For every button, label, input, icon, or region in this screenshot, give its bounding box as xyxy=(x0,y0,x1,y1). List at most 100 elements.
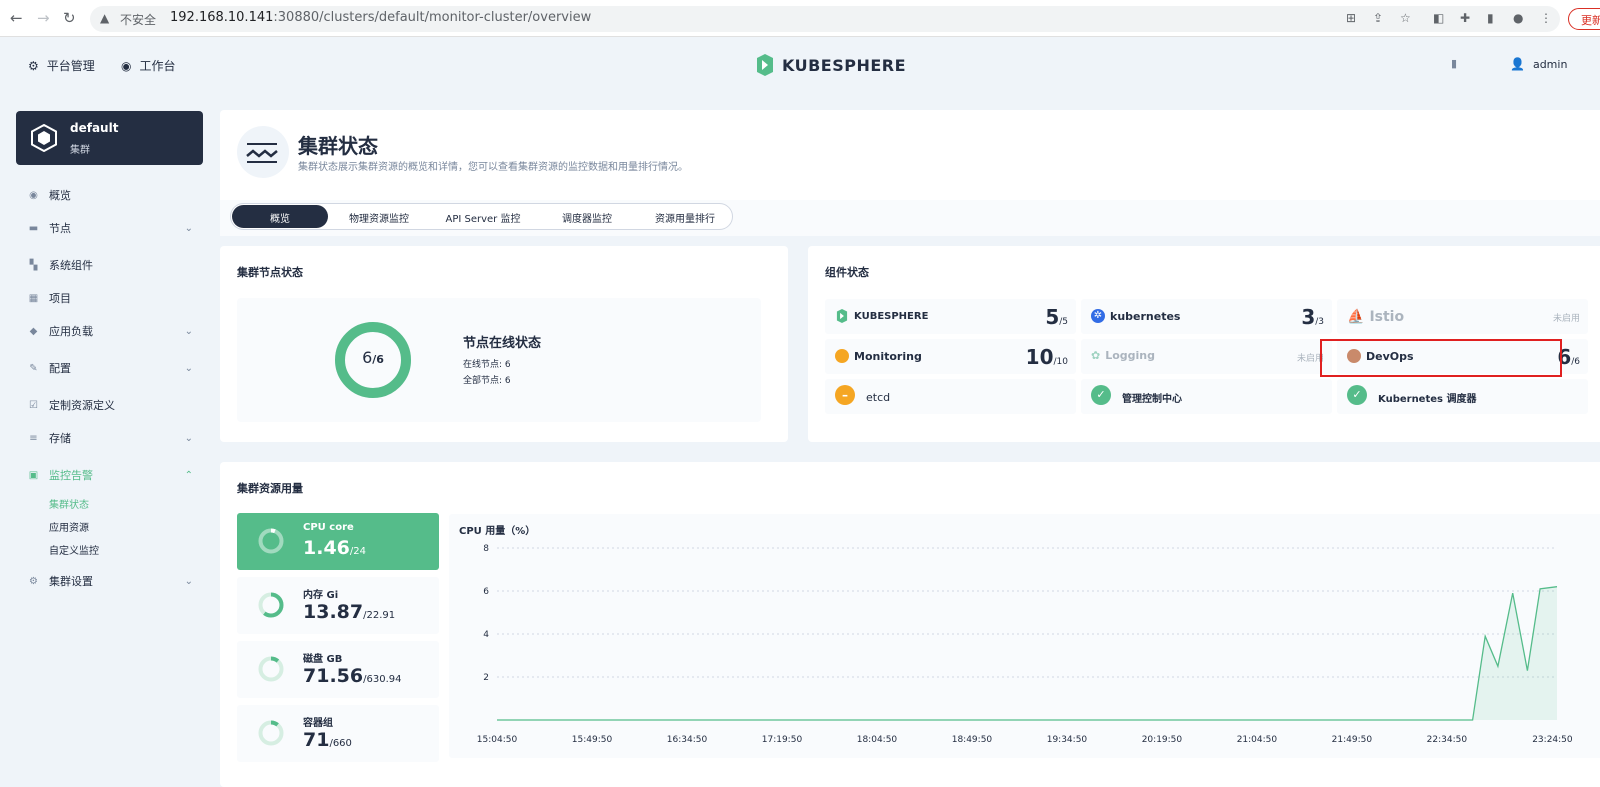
tab-resource-ranking[interactable]: 资源用量排行 xyxy=(637,205,733,228)
nodes-icon: ▬ xyxy=(28,222,39,234)
component-etcd[interactable]: – etcd xyxy=(825,379,1076,414)
y-tick-label: 2 xyxy=(483,673,489,683)
tab-scheduler[interactable]: 调度器监控 xyxy=(539,205,635,228)
logging-icon: ✿ xyxy=(1091,349,1101,362)
settings-icon: ⚙ xyxy=(29,575,38,587)
component-logging[interactable]: ✿ Logging 未启用 xyxy=(1081,339,1332,374)
x-tick-label: 23:24:50 xyxy=(1532,735,1573,745)
kubesphere-icon xyxy=(836,309,848,323)
component-kubesphere[interactable]: KUBESPHERE 5/5 xyxy=(825,299,1076,334)
chevron-down-icon: ⌄ xyxy=(184,222,193,234)
sidebar-item-storage[interactable]: ≡ 存储 ⌄ xyxy=(28,430,193,446)
tab-physical-resources[interactable]: 物理资源监控 xyxy=(331,205,427,228)
cpu-ring-icon xyxy=(258,528,284,554)
page-header: 集群状态 集群状态展示集群资源的概览和详情，您可以查看集群资源的监控数据和用量排… xyxy=(220,110,1600,200)
y-tick-label: 6 xyxy=(483,587,489,597)
component-istio[interactable]: ⛵ Istio 未启用 xyxy=(1337,299,1588,334)
x-tick-label: 19:34:50 xyxy=(1047,735,1088,745)
profile-icon[interactable]: ● xyxy=(1513,11,1523,25)
sidebar-item-components[interactable]: ▚ 系统组件 xyxy=(28,257,193,273)
check-circle-icon: ✓ xyxy=(1347,385,1367,405)
x-tick-label: 20:19:50 xyxy=(1142,735,1183,745)
component-kubernetes[interactable]: ✲ kubernetes 3/3 xyxy=(1081,299,1332,334)
share-icon[interactable]: ⇪ xyxy=(1373,11,1383,25)
node-total-count: 全部节点: 6 xyxy=(463,376,511,386)
cpu-usage-chart: CPU 用量（%） 8 6 4 2 15:04:50 15:49:50 16:34:50 17… xyxy=(449,514,1600,758)
page-title: 集群状态 xyxy=(298,134,378,158)
forward-icon[interactable]: → xyxy=(37,9,50,27)
cluster-selector[interactable]: default 集群 xyxy=(16,111,203,165)
component-monitoring[interactable]: Monitoring 10/10 xyxy=(825,339,1076,374)
back-icon[interactable]: ← xyxy=(10,9,23,27)
sidebar-item-config[interactable]: ✎ 配置 ⌄ xyxy=(28,360,193,376)
sidebar-item-workloads[interactable]: ◆ 应用负载 ⌄ xyxy=(28,323,193,339)
top-navigation: ⚙ 平台管理 ◉ 工作台 KUBESPHERE ▮ 👤 admin xyxy=(0,37,1600,91)
chevron-down-icon: ⌄ xyxy=(184,325,193,337)
sidepanel-icon[interactable]: ▮ xyxy=(1487,11,1494,25)
node-status-text: 节点在线状态 在线节点: 6 全部节点: 6 xyxy=(463,332,541,389)
project-icon: ▦ xyxy=(28,292,39,304)
stat-memory[interactable]: 内存 Gi 13.87/22.91 xyxy=(237,577,439,634)
workbench-icon: ◉ xyxy=(121,58,132,73)
tab-api-server[interactable]: API Server 监控 xyxy=(431,205,535,228)
warning-circle-icon: – xyxy=(835,385,855,405)
x-tick-label: 18:04:50 xyxy=(857,735,898,745)
extension-icon[interactable]: ◧ xyxy=(1433,11,1444,25)
component-scheduler[interactable]: ✓ Kubernetes 调度器 xyxy=(1337,379,1588,414)
component-status-title: 组件状态 xyxy=(825,266,869,279)
node-online-count: 在线节点: 6 xyxy=(463,360,511,370)
notification-icon[interactable]: ▮ xyxy=(1451,57,1457,70)
page-description: 集群状态展示集群资源的概览和详情，您可以查看集群资源的监控数据和用量排行情况。 xyxy=(298,162,688,173)
browser-toolbar: ← → ↻ ▲ 不安全 192.168.10.141:30880/cluster… xyxy=(0,0,1600,37)
node-status-card: 集群节点状态 6/6 节点在线状态 在线节点: 6 全部节点: 6 xyxy=(220,246,788,442)
x-tick-label: 21:49:50 xyxy=(1332,735,1373,745)
address-bar[interactable]: ▲ 不安全 192.168.10.141:30880/clusters/defa… xyxy=(90,6,1560,32)
kubesphere-logo-icon xyxy=(757,54,773,76)
cluster-resources-card: 集群资源用量 CPU core 1.46/24 内存 Gi 13.87/22.9… xyxy=(220,462,1600,787)
node-status-panel: 6/6 节点在线状态 在线节点: 6 全部节点: 6 xyxy=(237,298,761,422)
sidebar-item-overview[interactable]: ◉ 概览 xyxy=(28,187,193,203)
devops-highlight-box xyxy=(1320,339,1562,377)
x-tick-label: 15:49:50 xyxy=(572,735,613,745)
component-controller-manager[interactable]: ✓ 管理控制中心 xyxy=(1081,379,1332,414)
bookmark-star-icon[interactable]: ☆ xyxy=(1400,11,1411,25)
user-menu[interactable]: 👤 admin xyxy=(1510,57,1567,71)
sidebar-subitem-cluster-status[interactable]: 集群状态 xyxy=(49,496,89,511)
menu-dots-icon[interactable]: ⋮ xyxy=(1540,11,1552,25)
kubesphere-logo[interactable]: KUBESPHERE xyxy=(754,54,906,76)
sidebar-item-cluster-settings[interactable]: ⚙ 集群设置 ⌄ xyxy=(28,573,193,589)
sidebar-item-projects[interactable]: ▦ 项目 xyxy=(28,290,193,306)
cluster-name: default xyxy=(70,121,119,135)
sidebar-subitem-custom-monitoring[interactable]: 自定义监控 xyxy=(49,542,99,557)
stat-disk[interactable]: 磁盘 GB 71.56/630.94 xyxy=(237,641,439,698)
reload-icon[interactable]: ↻ xyxy=(63,9,76,27)
components-icon: ▚ xyxy=(29,259,38,271)
chevron-down-icon: ⌄ xyxy=(184,575,193,587)
url-text[interactable]: 192.168.10.141:30880/clusters/default/mo… xyxy=(170,10,591,25)
config-icon: ✎ xyxy=(29,362,38,374)
dashboard-icon: ◉ xyxy=(29,189,38,201)
workbench-link[interactable]: ◉ 工作台 xyxy=(121,57,176,74)
stat-cpu[interactable]: CPU core 1.46/24 xyxy=(237,513,439,570)
stat-pods[interactable]: 容器组 71/660 xyxy=(237,705,439,762)
translate-icon[interactable]: ⊞ xyxy=(1346,11,1356,25)
chevron-down-icon: ⌄ xyxy=(184,362,193,374)
cluster-icon xyxy=(31,124,57,152)
gear-icon: ⚙ xyxy=(28,58,39,73)
platform-management-link[interactable]: ⚙ 平台管理 xyxy=(28,57,95,74)
pods-ring-icon xyxy=(258,720,284,746)
insecure-label: 不安全 xyxy=(120,13,157,27)
update-button[interactable]: 更新 xyxy=(1568,8,1600,30)
storage-icon: ≡ xyxy=(29,432,38,444)
tab-overview[interactable]: 概览 xyxy=(232,205,328,228)
node-status-title: 集群节点状态 xyxy=(237,266,303,279)
sidebar-item-monitoring[interactable]: ▣ 监控告警 ⌃ xyxy=(28,467,193,483)
sidebar: default 集群 ◉ 概览 ▬ 节点 ⌄ ▚ 系统组件 ▦ 项目 ◆ 应用负载 ⌄ ✎ 配置… xyxy=(0,91,215,787)
disk-ring-icon xyxy=(258,656,284,682)
chevron-up-icon: ⌃ xyxy=(184,469,193,481)
sidebar-subitem-app-resources[interactable]: 应用资源 xyxy=(49,519,89,534)
sidebar-item-nodes[interactable]: ▬ 节点 ⌄ xyxy=(28,220,193,236)
x-tick-label: 15:04:50 xyxy=(477,735,518,745)
sidebar-item-crd[interactable]: ☑ 定制资源定义 xyxy=(28,397,193,413)
puzzle-icon[interactable]: ✚ xyxy=(1460,11,1470,25)
